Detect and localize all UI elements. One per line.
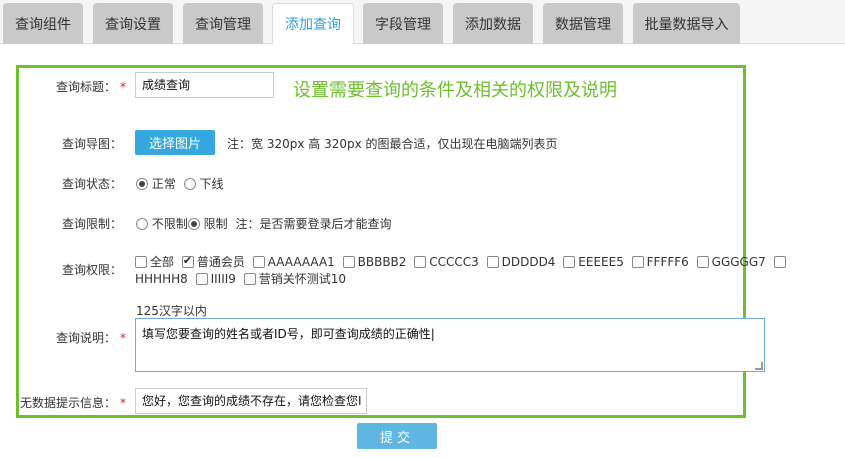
perm-e5-label: EEEEE5 — [578, 255, 624, 269]
nodata-input[interactable]: 您好，您查询的成绩不存在，请您检查您I — [135, 388, 367, 414]
perm-f6-label: FFFFF6 — [646, 255, 689, 269]
image-label: 查询导图： — [61, 137, 122, 151]
limit-none-radio[interactable] — [136, 218, 148, 230]
perm-member-checkbox[interactable] — [181, 254, 194, 268]
tab-query-management[interactable]: 查询管理 — [183, 3, 263, 44]
tab-add-data[interactable]: 添加数据 — [453, 3, 533, 44]
perm-a1-checkbox[interactable] — [252, 256, 265, 268]
perm-marketing-checkbox[interactable] — [243, 273, 256, 285]
perm-c3-label: CCCCC3 — [429, 255, 479, 269]
description-textarea[interactable]: 填写您要查询的姓名或者ID号，即可查询成绩的正确性| — [135, 318, 765, 372]
tab-bar: 查询组件 查询设置 查询管理 添加查询 字段管理 添加数据 数据管理 批量数据导… — [0, 0, 845, 45]
perm-all-label: 全部 — [150, 255, 175, 269]
status-offline-radio[interactable] — [183, 178, 196, 190]
limit-none-label: 不限制 — [151, 217, 188, 231]
instruction-note: 设置需要查询的条件及相关的权限及说明 — [293, 80, 617, 101]
limit-label: 查询限制： — [61, 217, 122, 231]
title-input[interactable]: 成绩查询 — [135, 72, 274, 98]
tab-data-management[interactable]: 数据管理 — [543, 3, 623, 44]
status-offline-label: 下线 — [199, 177, 224, 191]
perm-i9-label: IIIII9 — [210, 272, 236, 286]
perm-i9-checkbox[interactable] — [195, 273, 208, 285]
perm-f6-checkbox[interactable] — [631, 256, 644, 268]
description-label: 查询说明： * — [55, 331, 126, 345]
description-hint: 125汉字以内 — [136, 304, 207, 318]
status-normal-radio[interactable] — [136, 178, 148, 190]
limit-yes-label: 限制 — [203, 217, 228, 231]
perm-marketing-label: 营销关怀测试10 — [258, 272, 347, 286]
submit-button[interactable]: 提交 — [357, 423, 437, 449]
tab-field-management[interactable]: 字段管理 — [363, 3, 443, 44]
tab-query-component[interactable]: 查询组件 — [3, 3, 83, 44]
select-image-button[interactable]: 选择图片 — [135, 130, 215, 155]
limit-note: 注：是否需要登录后才能查询 — [235, 217, 392, 231]
perm-all-checkbox[interactable] — [135, 256, 147, 268]
perm-e5-checkbox[interactable] — [563, 256, 576, 268]
tab-query-settings[interactable]: 查询设置 — [93, 3, 173, 44]
limit-yes-radio[interactable] — [187, 218, 200, 230]
tab-batch-import[interactable]: 批量数据导入 — [633, 3, 740, 44]
perm-c3-checkbox[interactable] — [414, 256, 427, 268]
limit-options: 不限制 限制 注：是否需要登录后才能查询 — [136, 215, 392, 232]
status-normal-label: 正常 — [151, 177, 176, 191]
permission-row-1: 全部 普通会员 AAAAAAA1 BBBBB2 CCCCC3 DDDDD4 EE… — [135, 253, 789, 270]
perm-g7-label: GGGGG7 — [711, 255, 766, 269]
permission-label: 查询权限： — [61, 263, 122, 277]
perm-d4-checkbox[interactable] — [486, 256, 499, 268]
status-options: 正常 下线 — [136, 175, 228, 192]
title-label: 查询标题： * — [55, 80, 126, 94]
perm-h8-checkbox-start[interactable] — [773, 256, 786, 268]
permission-row-2: HHHHH8 IIIII9 营销关怀测试10 — [135, 270, 350, 287]
perm-member-label: 普通会员 — [196, 255, 245, 269]
perm-h8-label: HHHHH8 — [135, 272, 188, 286]
status-label: 查询状态： — [61, 177, 122, 191]
tab-add-query[interactable]: 添加查询 — [272, 3, 354, 45]
perm-b2-checkbox[interactable] — [342, 256, 355, 268]
perm-b2-label: BBBBB2 — [357, 255, 407, 269]
resize-handle[interactable] — [755, 362, 763, 370]
image-note: 注：宽 320px 高 320px 的图最合适，仅出现在电脑端列表页 — [227, 137, 558, 151]
perm-a1-label: AAAAAAA1 — [267, 255, 335, 269]
perm-g7-checkbox[interactable] — [696, 256, 709, 268]
nodata-label: 无数据提示信息： * — [19, 396, 126, 410]
perm-d4-label: DDDDD4 — [501, 255, 556, 269]
